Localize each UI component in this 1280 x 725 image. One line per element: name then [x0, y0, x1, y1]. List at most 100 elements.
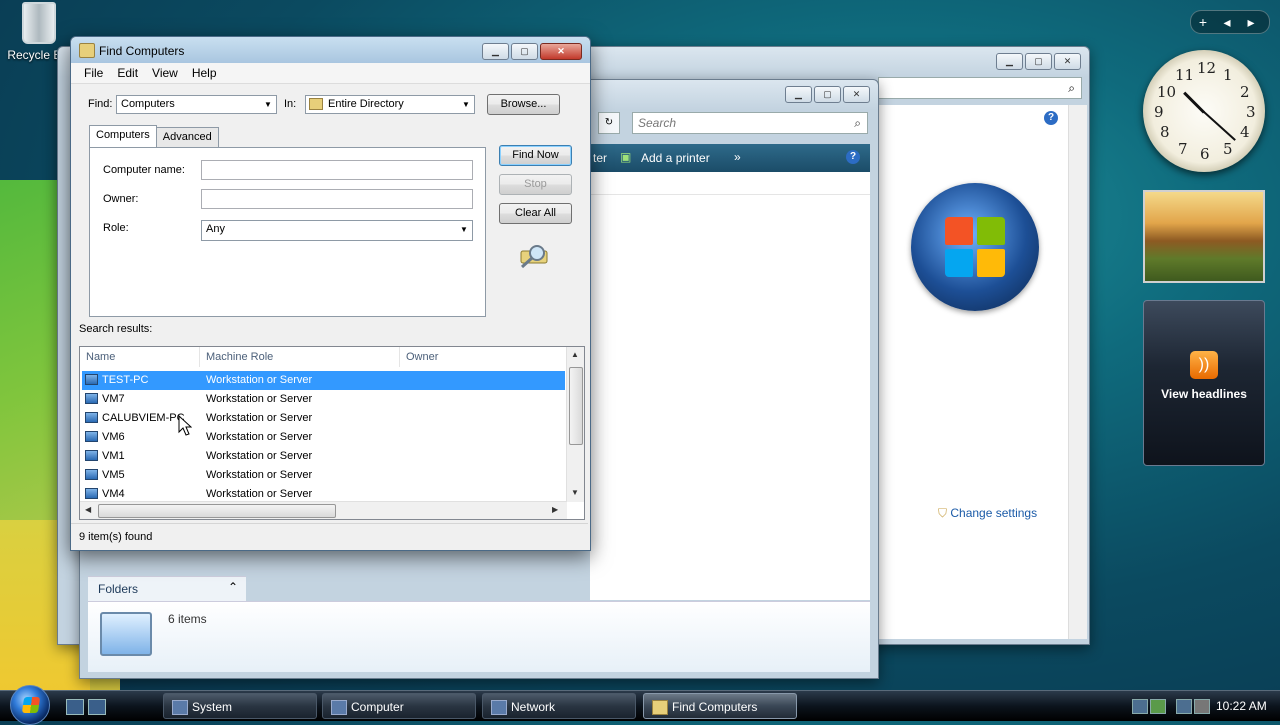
help-icon[interactable]: ?: [1044, 111, 1058, 125]
stop-button[interactable]: Stop: [499, 174, 572, 195]
close-button[interactable]: ✕: [843, 86, 870, 103]
dialog-titlebar[interactable]: Find Computers ▁ ▢ ✕: [71, 37, 590, 63]
scrollbar-thumb[interactable]: [98, 504, 336, 518]
next-icon[interactable]: ▸: [1239, 11, 1263, 33]
clock-number: 5: [1223, 140, 1233, 158]
results-horizontal-scrollbar[interactable]: ◀ ▶: [80, 501, 567, 519]
maximize-button[interactable]: ▢: [814, 86, 841, 103]
minimize-button[interactable]: ▁: [996, 53, 1023, 70]
table-row[interactable]: VM1 Workstation or Server: [82, 447, 565, 466]
column-header-machine-role[interactable]: Machine Role: [200, 347, 400, 367]
find-now-button[interactable]: Find Now: [499, 145, 572, 166]
taskbar-button-computer[interactable]: Computer: [322, 693, 476, 719]
table-row[interactable]: TEST-PC Workstation or Server: [82, 371, 565, 390]
scrollbar-thumb[interactable]: [569, 367, 583, 445]
table-row[interactable]: VM5 Workstation or Server: [82, 466, 565, 485]
search-results-list[interactable]: Name Machine Role Owner TEST-PC Workstat…: [79, 346, 585, 520]
taskbar-button-network[interactable]: Network: [482, 693, 636, 719]
computer-icon: [85, 431, 98, 442]
taskbar-button-label: Computer: [351, 700, 404, 714]
search-input[interactable]: Search ⌕: [632, 112, 868, 134]
security-icon[interactable]: [1150, 699, 1166, 714]
collapse-chevron-icon[interactable]: ⌃: [228, 580, 238, 594]
feed-headlines-gadget[interactable]: )) View headlines: [1143, 300, 1265, 466]
taskbar-button-system[interactable]: System: [163, 693, 317, 719]
row-name: VM6: [102, 431, 125, 443]
minimize-button[interactable]: ▁: [482, 43, 509, 60]
clock-number: 10: [1157, 83, 1177, 101]
results-vertical-scrollbar[interactable]: ▲ ▼: [566, 347, 584, 502]
vertical-scrollbar[interactable]: [1068, 105, 1087, 639]
clock-number: 7: [1178, 140, 1188, 158]
computer-icon: [85, 374, 98, 385]
start-button[interactable]: [10, 685, 50, 725]
search-results-label: Search results:: [79, 323, 153, 335]
dropdown-arrow-icon: ▼: [460, 225, 468, 234]
folders-pane-header[interactable]: Folders ⌃: [88, 576, 246, 601]
scroll-right-arrow-icon[interactable]: ▶: [552, 505, 558, 514]
menu-edit[interactable]: Edit: [110, 63, 145, 83]
switch-windows-icon[interactable]: [88, 699, 106, 715]
table-row[interactable]: CALUBVIEM-PC Workstation or Server: [82, 409, 565, 428]
table-row[interactable]: VM4 Workstation or Server: [82, 485, 565, 501]
help-icon[interactable]: ?: [846, 150, 860, 164]
computer-icon: [85, 393, 98, 404]
rss-label: View headlines: [1161, 387, 1247, 401]
computer-name-label: Computer name:: [103, 164, 185, 176]
scroll-down-arrow-icon[interactable]: ▼: [571, 488, 579, 497]
in-location-select[interactable]: Entire Directory ▼: [305, 95, 475, 114]
add-printer-button[interactable]: Add a printer: [641, 151, 710, 165]
find-type-select[interactable]: Computers ▼: [116, 95, 277, 114]
tab-computers[interactable]: Computers: [89, 125, 157, 147]
taskbar-button-find-computers[interactable]: Find Computers: [643, 693, 797, 719]
network-tray-icon[interactable]: [1176, 699, 1192, 714]
volume-muted-icon[interactable]: [1194, 699, 1210, 714]
clear-all-button[interactable]: Clear All: [499, 203, 572, 224]
close-button[interactable]: ✕: [540, 43, 582, 60]
address-bar-partial[interactable]: ⌕: [878, 77, 1082, 99]
show-desktop-icon[interactable]: [66, 699, 84, 715]
owner-label: Owner:: [103, 193, 139, 205]
find-label: Find:: [88, 98, 113, 110]
column-header-name[interactable]: Name: [80, 347, 200, 367]
change-settings-label: Change settings: [950, 506, 1038, 520]
clock-gadget[interactable]: 12 1 2 3 4 5 6 7 8 9 10 11: [1143, 50, 1265, 172]
computer-icon: [85, 412, 98, 423]
browse-button[interactable]: Browse...: [487, 94, 560, 115]
details-pane: 6 items: [88, 601, 870, 672]
column-header-owner[interactable]: Owner: [400, 347, 567, 367]
tab-advanced[interactable]: Advanced: [155, 127, 219, 147]
previous-icon[interactable]: ◂: [1215, 11, 1239, 33]
owner-field[interactable]: [201, 189, 473, 209]
clock-number: 1: [1223, 66, 1233, 84]
dialog-title: Find Computers: [99, 44, 185, 58]
find-computers-dialog[interactable]: Find Computers ▁ ▢ ✕ File Edit View Help…: [70, 36, 591, 551]
refresh-icon[interactable]: ↻: [598, 112, 620, 134]
rss-icon: )): [1190, 351, 1218, 379]
role-select[interactable]: Any ▼: [201, 220, 473, 241]
taskbar-button-label: Network: [511, 700, 556, 714]
scroll-left-arrow-icon[interactable]: ◀: [85, 505, 91, 514]
computer-name-field[interactable]: [201, 160, 473, 180]
maximize-button[interactable]: ▢: [1025, 53, 1052, 70]
taskbar-button-label: System: [192, 700, 233, 714]
search-icon: ⌕: [1068, 81, 1075, 95]
slideshow-gadget[interactable]: [1143, 190, 1265, 283]
taskbar-clock[interactable]: 10:22 AM: [1216, 691, 1267, 721]
minimize-button[interactable]: ▁: [785, 86, 812, 103]
add-gadget-icon[interactable]: +: [1191, 11, 1215, 33]
change-settings-link[interactable]: ⛉ Change settings: [938, 506, 1037, 521]
command-partial-label[interactable]: ter: [593, 151, 607, 165]
clock-number: 12: [1197, 59, 1217, 77]
more-commands-icon[interactable]: »: [734, 150, 741, 164]
network-status-icon[interactable]: [1132, 699, 1148, 714]
scroll-up-arrow-icon[interactable]: ▲: [571, 350, 579, 359]
close-button[interactable]: ✕: [1054, 53, 1081, 70]
maximize-button[interactable]: ▢: [511, 43, 538, 60]
table-row[interactable]: VM7 Workstation or Server: [82, 390, 565, 409]
table-row[interactable]: VM6 Workstation or Server: [82, 428, 565, 447]
menu-view[interactable]: View: [145, 63, 185, 83]
clock-hour-hand: [1183, 91, 1206, 114]
menu-file[interactable]: File: [77, 63, 110, 83]
menu-help[interactable]: Help: [185, 63, 224, 83]
